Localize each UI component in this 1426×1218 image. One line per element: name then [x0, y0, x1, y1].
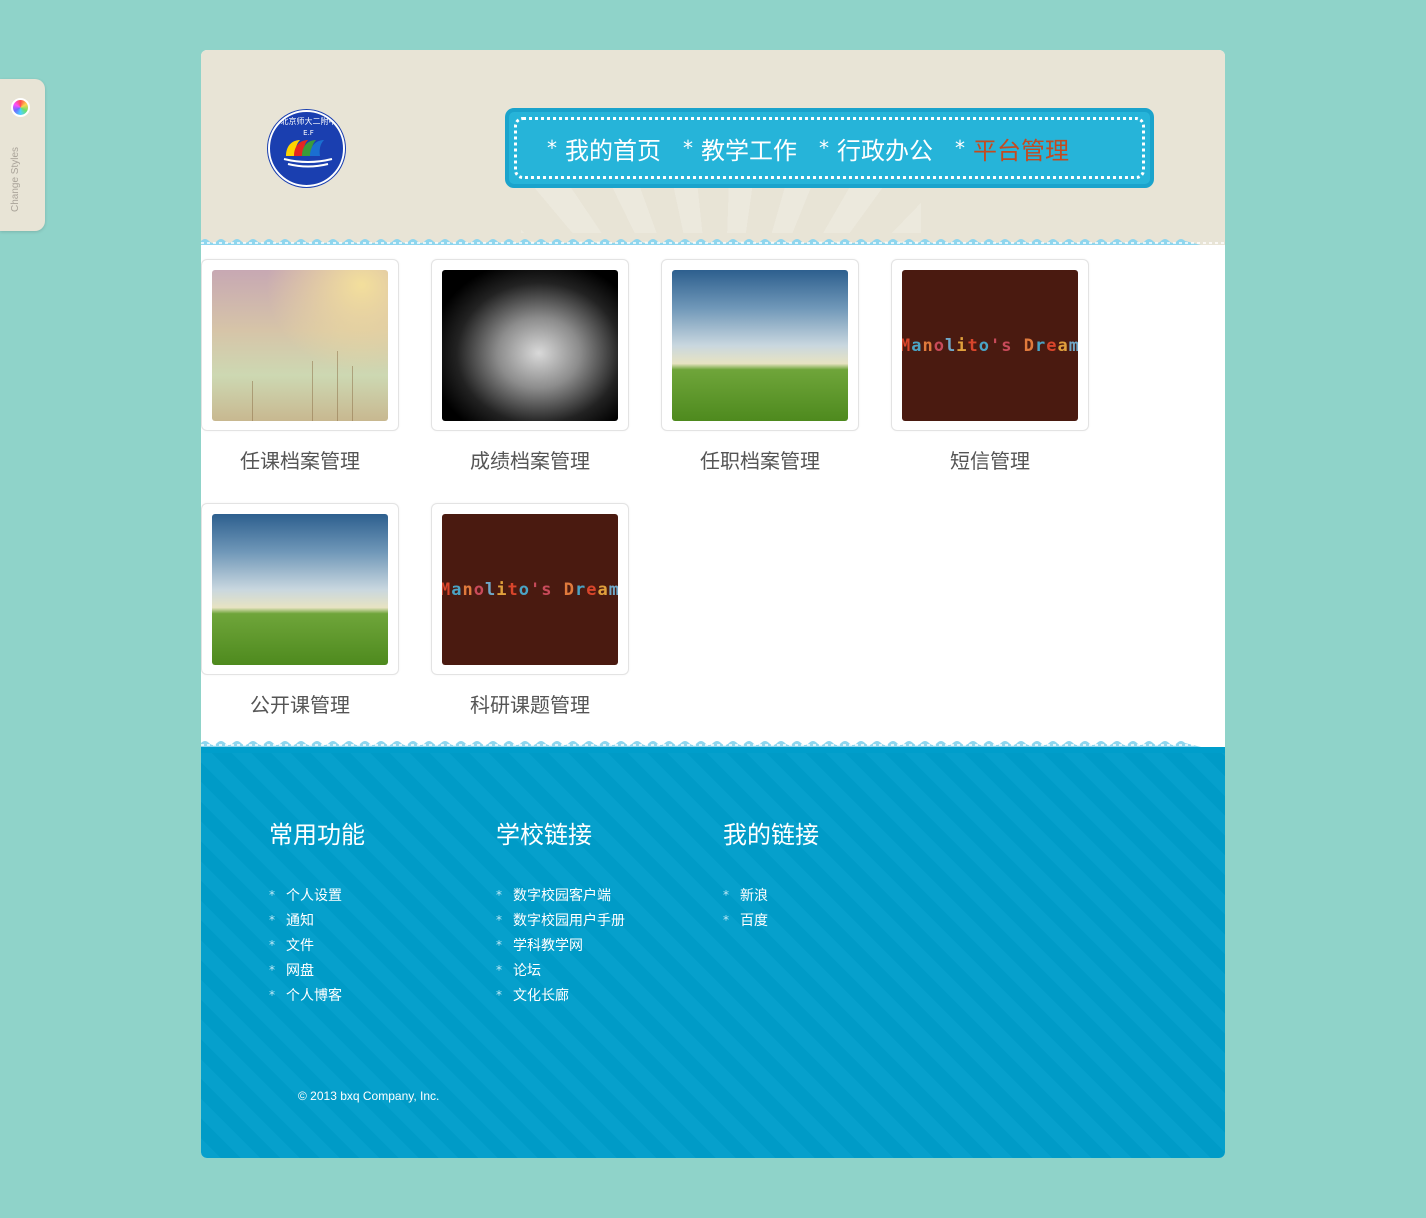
tile-course-records[interactable]: 任课档案管理 — [201, 259, 399, 474]
footer-link[interactable]: * 百度 — [723, 907, 819, 932]
tile-label: 任课档案管理 — [240, 449, 360, 473]
tile-thumbnail-frame: Manolito's Dream — [891, 259, 1089, 431]
school-logo[interactable]: 北京师大二附中 E.F — [268, 110, 345, 187]
footer-column-title: 常用功能 — [269, 821, 365, 849]
bullet-icon: * — [269, 962, 275, 977]
color-wheel-icon[interactable] — [11, 98, 30, 117]
footer: 常用功能 * 个人设置 * 通知 * 文件 * 网盘 * 个人博客 学校链接 * 数字校园客… — [201, 753, 1225, 1158]
wave-divider-bottom — [201, 735, 1225, 753]
logo-text: 北京师大二附中 — [280, 117, 337, 126]
tile-thumbnail-frame — [201, 259, 399, 431]
bullet-icon: * — [269, 937, 275, 952]
sails-icon — [283, 140, 333, 168]
bullet-icon: * — [496, 937, 502, 952]
bullet-icon: * — [723, 912, 729, 927]
tile-sms-management[interactable]: Manolito's Dream 短信管理 — [891, 259, 1089, 474]
green-hill-image — [672, 270, 848, 421]
main-nav: * 我的首页 * 教学工作 * 行政办公 * 平台管理 — [505, 108, 1154, 188]
footer-column-school-links: 学校链接 * 数字校园客户端 * 数字校园用户手册 * 学科教学网 * 论坛 * 文化长廊 — [496, 815, 625, 1007]
footer-link[interactable]: * 新浪 — [723, 882, 819, 907]
footer-link[interactable]: * 学科教学网 — [496, 932, 625, 957]
bullet-icon: * — [496, 912, 502, 927]
change-styles-label[interactable]: Change Styles — [10, 147, 21, 212]
header: 北京师大二附中 E.F * 我的首页 * 教学工作 * 行政办公 * 平台管理 — [201, 50, 1225, 245]
wave-divider-top — [201, 233, 1225, 251]
tile-research-projects[interactable]: Manolito's Dream 科研课题管理 — [431, 503, 629, 718]
nav-item-home[interactable]: * 我的首页 — [547, 131, 661, 166]
green-hill-image — [212, 514, 388, 665]
tile-position-records[interactable]: 任职档案管理 — [661, 259, 859, 474]
footer-link[interactable]: * 文件 — [269, 932, 365, 957]
nav-item-label: 我的首页 — [565, 136, 661, 165]
tile-label: 科研课题管理 — [470, 693, 590, 717]
bullet-icon: * — [269, 987, 275, 1002]
nav-item-label: 教学工作 — [701, 136, 797, 165]
tile-label: 任职档案管理 — [700, 449, 820, 473]
bullet-icon: * — [496, 887, 502, 902]
meadow-flowers-image — [212, 270, 388, 421]
dream-image-text: Manolito's Dream — [902, 335, 1078, 356]
footer-link[interactable]: * 网盘 — [269, 957, 365, 982]
footer-link[interactable]: * 通知 — [269, 907, 365, 932]
footer-column-title: 学校链接 — [496, 821, 592, 849]
tile-label: 公开课管理 — [250, 693, 350, 717]
tile-open-class[interactable]: 公开课管理 — [201, 503, 399, 718]
copyright-text: © 2013 bxq Company, Inc. — [298, 1089, 440, 1103]
manolitos-dream-image: Manolito's Dream — [442, 514, 618, 665]
tile-thumbnail-frame: Manolito's Dream — [431, 503, 629, 675]
footer-link[interactable]: * 个人博客 — [269, 982, 365, 1007]
dream-image-text: Manolito's Dream — [442, 579, 618, 600]
tile-label: 成绩档案管理 — [470, 449, 590, 473]
footer-link[interactable]: * 论坛 — [496, 957, 625, 982]
nav-item-admin-office[interactable]: * 行政办公 — [819, 131, 933, 166]
bullet-icon: * — [269, 912, 275, 927]
tile-thumbnail-frame — [201, 503, 399, 675]
footer-column-my-links: 我的链接 * 新浪 * 百度 — [723, 815, 819, 932]
bullet-icon: * — [723, 887, 729, 902]
tile-label: 短信管理 — [950, 449, 1030, 473]
nav-item-platform[interactable]: * 平台管理 — [955, 131, 1069, 166]
footer-link[interactable]: * 数字校园用户手册 — [496, 907, 625, 932]
tile-thumbnail-frame — [661, 259, 859, 431]
nav-bullet-icon: * — [547, 136, 557, 160]
bullet-icon: * — [496, 962, 502, 977]
footer-link[interactable]: * 数字校园客户端 — [496, 882, 625, 907]
tile-grade-records[interactable]: 成绩档案管理 — [431, 259, 629, 474]
nav-item-teaching[interactable]: * 教学工作 — [683, 131, 797, 166]
nav-item-label: 平台管理 — [973, 136, 1069, 165]
manolitos-dream-image: Manolito's Dream — [902, 270, 1078, 421]
footer-column-common: 常用功能 * 个人设置 * 通知 * 文件 * 网盘 * 个人博客 — [269, 815, 365, 1007]
footer-column-title: 我的链接 — [723, 821, 819, 849]
tile-thumbnail-frame — [431, 259, 629, 431]
nav-item-label: 行政办公 — [837, 136, 933, 165]
bullet-icon: * — [269, 887, 275, 902]
nav-bullet-icon: * — [819, 136, 829, 160]
child-portrait-image — [442, 270, 618, 421]
footer-link[interactable]: * 个人设置 — [269, 882, 365, 907]
main-panel: 北京师大二附中 E.F * 我的首页 * 教学工作 * 行政办公 * 平台管理 … — [201, 50, 1225, 1158]
footer-link[interactable]: * 文化长廊 — [496, 982, 625, 1007]
nav-bullet-icon: * — [683, 136, 693, 160]
bullet-icon: * — [496, 987, 502, 1002]
nav-bullet-icon: * — [955, 136, 965, 160]
module-grid: 任课档案管理 成绩档案管理 任职档案管理 Manolito's Dream 短信… — [201, 251, 1225, 741]
